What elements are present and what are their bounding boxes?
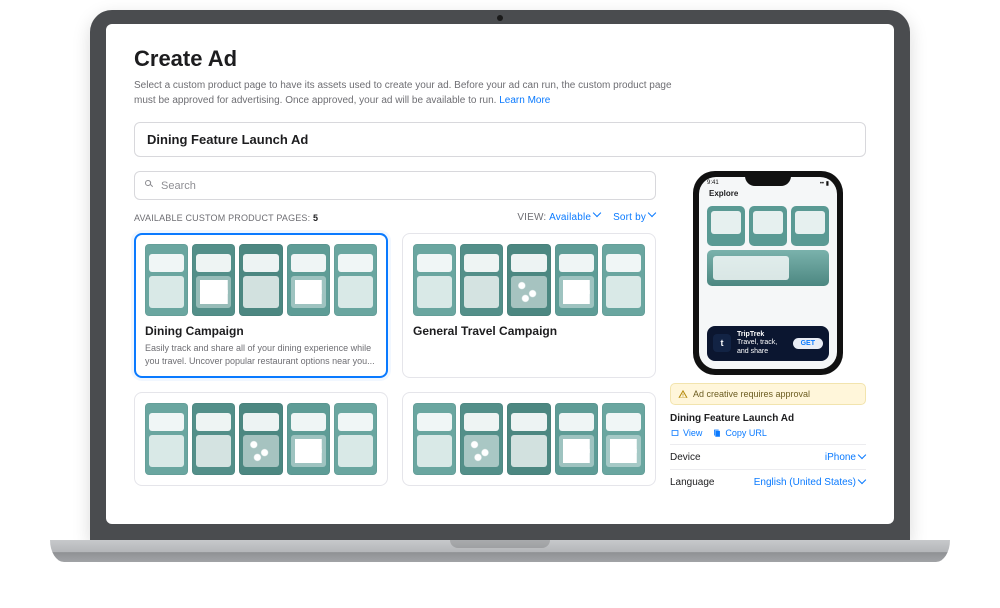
- search-input[interactable]: Search: [134, 171, 656, 200]
- product-page-card-travel[interactable]: General Travel Campaign: [402, 233, 656, 378]
- chevron-down-icon: [859, 454, 866, 461]
- laptop-camera: [497, 15, 503, 21]
- app-screenshot: [460, 403, 503, 475]
- chevron-down-icon: [859, 479, 866, 486]
- list-filters: AVAILABLE CUSTOM PRODUCT PAGES: 5 VIEW: …: [134, 212, 656, 223]
- screenshot-row: [413, 403, 645, 475]
- device-label: Device: [670, 452, 701, 463]
- app-screenshot: [413, 403, 456, 475]
- laptop-lid: Create Ad Select a custom product page t…: [90, 10, 910, 540]
- get-button[interactable]: GET: [793, 338, 823, 349]
- app-screenshot: [602, 244, 645, 316]
- search-icon: [143, 178, 155, 193]
- phone-hero-tiles: [699, 198, 837, 250]
- phone-status-icons: •• ▮: [820, 180, 829, 187]
- app-screenshot: [287, 403, 330, 475]
- card-title: Dining Campaign: [145, 324, 377, 338]
- approval-notice-text: Ad creative requires approval: [693, 389, 810, 399]
- sort-by-label: Sort by: [613, 212, 646, 223]
- product-page-card[interactable]: [402, 392, 656, 486]
- app-screenshot: [707, 206, 745, 246]
- copy-icon: [712, 428, 722, 438]
- create-ad-page: Create Ad Select a custom product page t…: [106, 24, 894, 524]
- page-description: Select a custom product page to have its…: [134, 78, 674, 108]
- app-screenshot: [602, 403, 645, 475]
- laptop-frame: Create Ad Select a custom product page t…: [90, 10, 910, 562]
- available-pages-label: AVAILABLE CUSTOM PRODUCT PAGES: 5: [134, 213, 318, 223]
- device-selector[interactable]: Device iPhone: [670, 444, 866, 463]
- copy-url-label: Copy URL: [725, 428, 767, 438]
- view-ad-link[interactable]: View: [670, 428, 702, 438]
- page-description-text: Select a custom product page to have its…: [134, 80, 672, 106]
- view-filter[interactable]: VIEW: Available: [517, 212, 601, 223]
- view-filter-value: Available: [549, 212, 591, 223]
- ad-name-input[interactable]: Dining Feature Launch Ad: [134, 122, 866, 157]
- app-screenshot: [192, 403, 235, 475]
- app-icon: t: [713, 334, 731, 352]
- language-label: Language: [670, 477, 715, 488]
- app-screenshot: [145, 244, 188, 316]
- screenshot-row: [145, 403, 377, 475]
- preview-ad-name: Dining Feature Launch Ad: [670, 413, 866, 424]
- app-screenshot: [287, 244, 330, 316]
- app-name: TripTrek: [737, 331, 787, 339]
- laptop-screen: Create Ad Select a custom product page t…: [106, 24, 894, 524]
- page-title: Create Ad: [134, 46, 866, 72]
- app-screenshot: [460, 244, 503, 316]
- app-screenshot: [413, 244, 456, 316]
- phone-status-bar: 9:41 •• ▮: [699, 177, 837, 187]
- warning-icon: [678, 389, 688, 399]
- app-screenshot: [334, 403, 377, 475]
- app-screenshot: [239, 403, 282, 475]
- approval-required-notice: Ad creative requires approval: [670, 383, 866, 405]
- workbench: Search AVAILABLE CUSTOM PRODUCT PAGES: 5…: [134, 171, 866, 488]
- laptop-base: [50, 540, 950, 562]
- app-screenshot: [239, 244, 282, 316]
- device-value: iPhone: [825, 452, 856, 463]
- view-ad-label: View: [683, 428, 702, 438]
- phone-hero-wide: [707, 250, 829, 286]
- app-tagline: Travel, track, and share: [737, 339, 787, 356]
- available-pages-label-text: AVAILABLE CUSTOM PRODUCT PAGES:: [134, 213, 310, 223]
- chevron-down-icon: [649, 212, 656, 219]
- app-screenshot: [749, 206, 787, 246]
- app-store-banner: t TripTrek Travel, track, and share GET: [707, 326, 829, 361]
- phone-preview-screen: 9:41 •• ▮ Explore: [699, 177, 837, 369]
- language-selector[interactable]: Language English (United States): [670, 469, 866, 488]
- product-page-card-dining[interactable]: Dining Campaign Easily track and share a…: [134, 233, 388, 378]
- view-filter-label: VIEW:: [517, 212, 546, 223]
- language-value: English (United States): [754, 477, 856, 488]
- app-screenshot: [507, 244, 550, 316]
- app-screenshot: [192, 244, 235, 316]
- card-title: General Travel Campaign: [413, 324, 645, 338]
- ad-preview-pane: 9:41 •• ▮ Explore: [670, 171, 866, 488]
- search-placeholder: Search: [161, 180, 196, 192]
- screenshot-row: [413, 244, 645, 316]
- card-subtitle: Easily track and share all of your dinin…: [145, 342, 377, 367]
- sort-by-dropdown[interactable]: Sort by: [613, 212, 656, 223]
- phone-time: 9:41: [707, 180, 719, 187]
- app-screenshot: [555, 244, 598, 316]
- phone-preview-frame: 9:41 •• ▮ Explore: [693, 171, 843, 375]
- screenshot-row: [145, 244, 377, 316]
- view-icon: [670, 428, 680, 438]
- learn-more-link[interactable]: Learn More: [499, 95, 550, 106]
- available-pages-count: 5: [313, 213, 318, 223]
- app-screenshot: [555, 403, 598, 475]
- app-screenshot: [334, 244, 377, 316]
- product-page-cards: Dining Campaign Easily track and share a…: [134, 233, 656, 486]
- app-screenshot: [145, 403, 188, 475]
- chevron-down-icon: [594, 212, 601, 219]
- copy-url-link[interactable]: Copy URL: [712, 428, 767, 438]
- product-page-card[interactable]: [134, 392, 388, 486]
- app-screenshot: [507, 403, 550, 475]
- phone-hero-heading: Explore: [699, 187, 837, 198]
- app-screenshot: [791, 206, 829, 246]
- product-page-list-pane: Search AVAILABLE CUSTOM PRODUCT PAGES: 5…: [134, 171, 656, 488]
